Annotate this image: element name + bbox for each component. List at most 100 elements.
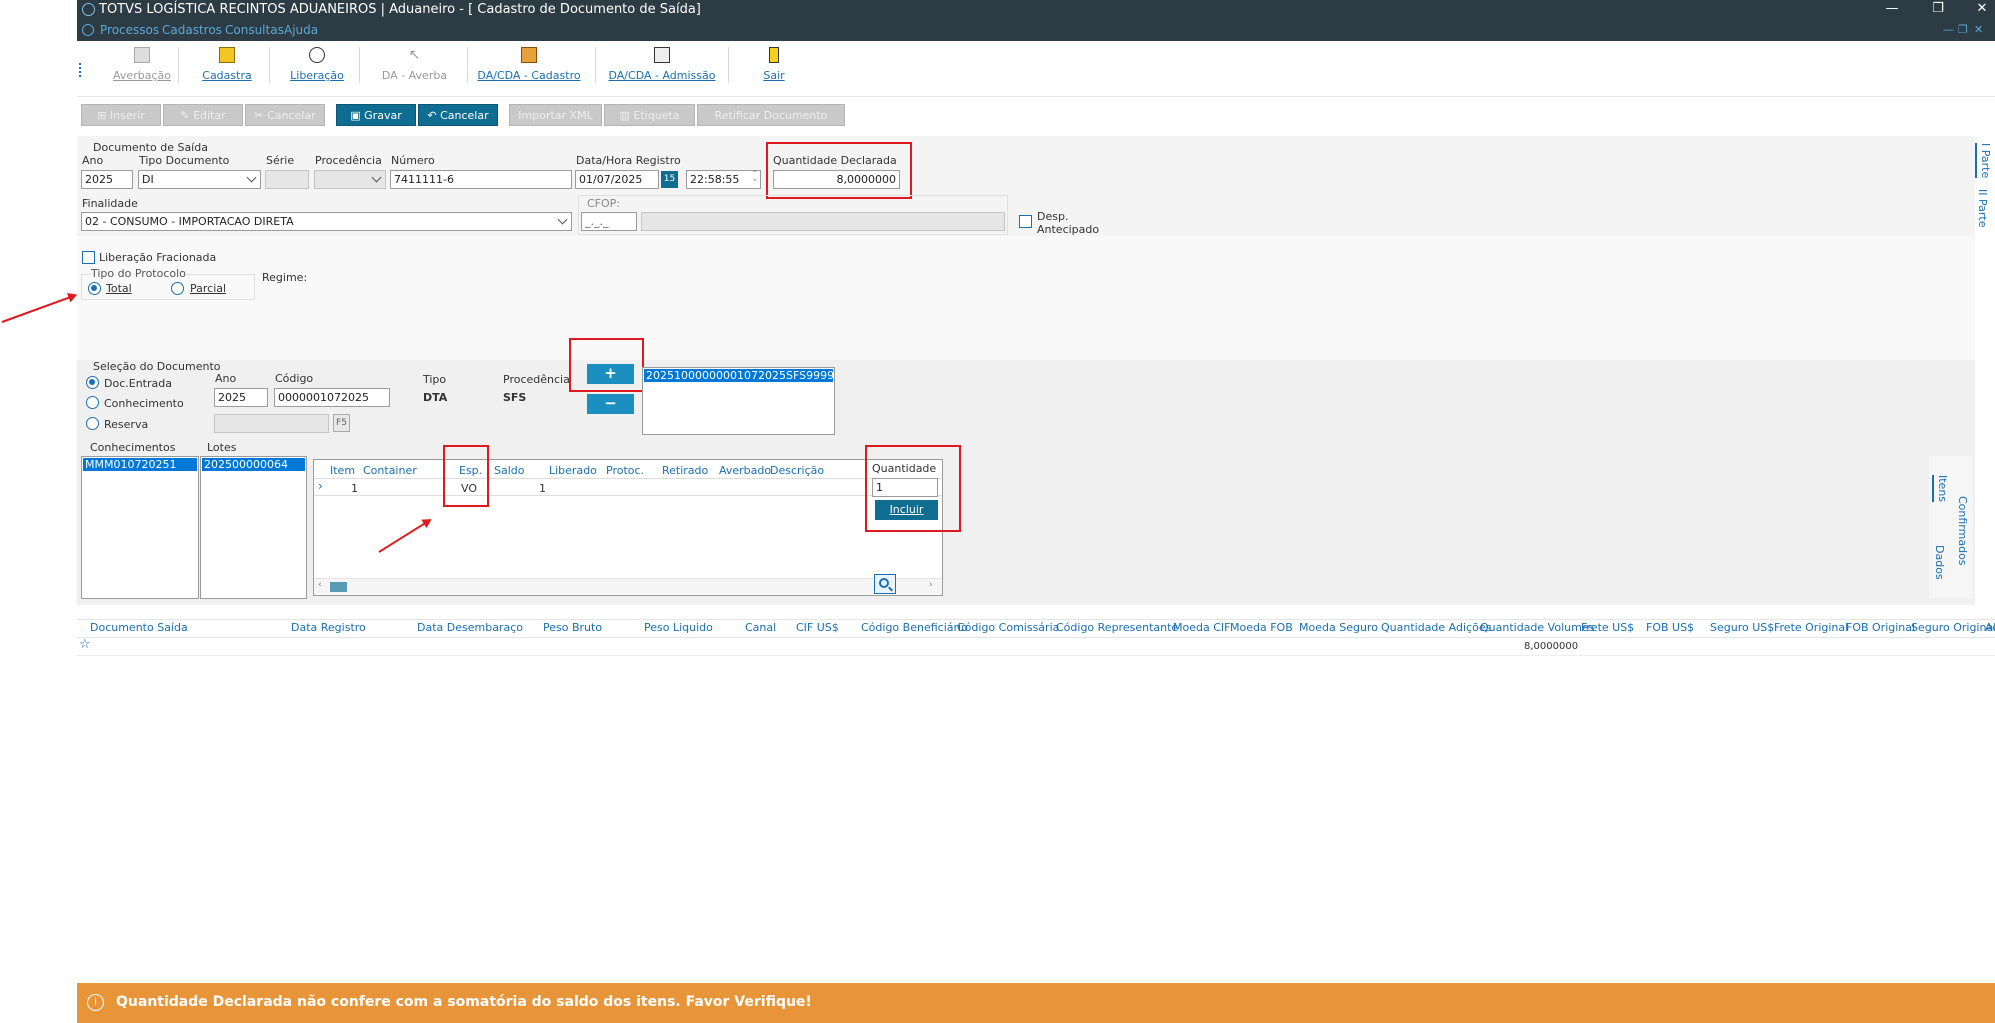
reserva-label: Reserva — [104, 418, 149, 431]
hora-registro-input[interactable]: 22:58:55 — [686, 170, 761, 189]
tab-ii-parte[interactable]: II Parte — [1976, 189, 1989, 227]
col-quantidade-adicoes[interactable]: Quantidade Adições — [1381, 621, 1491, 634]
retificar-documento-button[interactable]: Retificar Documento — [697, 104, 845, 126]
etiqueta-button[interactable]: ▥ Etiqueta — [604, 104, 695, 126]
liberacao-fracionada-checkbox[interactable] — [82, 251, 95, 264]
data-registro-input[interactable]: 01/07/2025 — [575, 170, 659, 189]
col-averbado[interactable]: Averbado — [719, 464, 771, 477]
conhecimento-radio[interactable] — [86, 396, 99, 409]
toolbar-da-cda-cadastro[interactable]: DA/CDA - Cadastro — [469, 45, 589, 82]
menu-processos[interactable]: Processos — [100, 23, 159, 37]
col-item[interactable]: Item — [330, 464, 355, 477]
total-radio[interactable] — [88, 282, 101, 295]
col-data-desembaraco[interactable]: Data Desembaraço — [417, 621, 523, 634]
col-retirado[interactable]: Retirado — [662, 464, 708, 477]
toolbar-da-cda-admissao[interactable]: DA/CDA - Admissão — [602, 45, 722, 82]
desp-antecipado-checkbox[interactable] — [1019, 215, 1032, 228]
mdi-minimize-icon[interactable]: — — [1943, 23, 1954, 36]
tab-itens[interactable]: Itens — [1932, 475, 1949, 503]
col-canal[interactable]: Canal — [745, 621, 776, 634]
col-seguro-original[interactable]: Seguro Original — [1911, 621, 1995, 634]
mdi-close-icon[interactable]: ✕ — [1974, 23, 1983, 36]
toolbar-liberacao[interactable]: Liberação — [277, 45, 357, 82]
col-container[interactable]: Container — [363, 464, 417, 477]
lote-item[interactable]: 202500000064 — [202, 458, 305, 471]
sel-codigo-input[interactable]: 0000001072025 — [274, 388, 390, 407]
col-saldo[interactable]: Saldo — [494, 464, 525, 477]
tab-confirmados[interactable]: Confirmados — [1956, 496, 1969, 566]
scroll-left-icon[interactable]: ‹ — [318, 580, 322, 590]
col-frete-us[interactable]: Frete US$ — [1581, 621, 1634, 634]
f5-lookup-button[interactable]: F5 — [333, 414, 350, 432]
remove-document-button[interactable]: − — [587, 394, 634, 414]
col-cif-us[interactable]: CIF US$ — [796, 621, 839, 634]
col-moeda-cif[interactable]: Moeda CIF — [1173, 621, 1230, 634]
cancelar-disabled-button[interactable]: ✂ Cancelar — [245, 104, 325, 126]
toolbar-da-averba[interactable]: ↖ DA - Averba — [367, 45, 462, 82]
row-saldo[interactable]: 1 — [539, 482, 546, 495]
scroll-right-icon[interactable]: › — [929, 580, 933, 590]
editar-button[interactable]: ✎ Editar — [163, 104, 243, 126]
time-spinner-icon[interactable]: ˄ ˅ — [753, 170, 757, 188]
col-fob-us[interactable]: FOB US$ — [1646, 621, 1694, 634]
serie-input[interactable] — [265, 170, 309, 189]
finalidade-select[interactable]: 02 - CONSUMO - IMPORTACAO DIRETA — [81, 212, 572, 231]
menu-cadastros[interactable]: Cadastros — [162, 23, 222, 37]
cancelar-button[interactable]: ↶ Cancelar — [418, 104, 498, 126]
col-fob-original[interactable]: FOB Original — [1846, 621, 1915, 634]
conhecimento-item[interactable]: MMM010720251 — [83, 458, 197, 471]
conhecimentos-list[interactable]: MMM010720251 — [81, 456, 199, 599]
procedencia-select[interactable] — [314, 170, 386, 189]
col-frete-original[interactable]: Frete Original — [1774, 621, 1848, 634]
items-grid[interactable] — [313, 459, 943, 596]
reserva-radio[interactable] — [86, 417, 99, 430]
col-quantidade-volumes[interactable]: Quantidade Volumes — [1480, 621, 1594, 634]
col-ad[interactable]: Ad — [1985, 621, 1995, 634]
col-peso-liquido[interactable]: Peso Liquido — [644, 621, 713, 634]
col-moeda-fob[interactable]: Moeda FOB — [1230, 621, 1293, 634]
restore-button[interactable]: ❐ — [1923, 0, 1953, 18]
close-button[interactable]: ✕ — [1967, 0, 1995, 18]
toolbar-cadastra[interactable]: Cadastra — [187, 45, 267, 82]
col-protoc[interactable]: Protoc. — [606, 464, 644, 477]
ano-input[interactable]: 2025 — [81, 170, 133, 189]
col-liberado[interactable]: Liberado — [549, 464, 597, 477]
calendar-icon[interactable]: 15 — [661, 171, 678, 188]
selected-documents-list[interactable]: 20251000000001072025SFS999999 — [642, 367, 835, 435]
minimize-button[interactable]: — — [1877, 0, 1907, 18]
col-codigo-beneficiario[interactable]: Código Beneficiário — [861, 621, 968, 634]
toolbar-sair[interactable]: Sair — [739, 45, 809, 82]
tab-i-parte[interactable]: I Parte — [1975, 143, 1992, 179]
toolbar-averbacao[interactable]: Averbação — [97, 45, 187, 82]
row-quantidade-volumes[interactable]: 8,0000000 — [1524, 641, 1578, 652]
search-icon[interactable] — [874, 574, 896, 594]
col-data-registro[interactable]: Data Registro — [291, 621, 366, 634]
selected-document-item[interactable]: 20251000000001072025SFS999999 — [644, 369, 833, 382]
grid-horizontal-scrollbar[interactable]: ‹ › — [314, 578, 942, 594]
cfop-input[interactable]: _._._ — [581, 212, 637, 231]
lotes-list[interactable]: 202500000064 — [200, 456, 307, 599]
col-seguro-us[interactable]: Seguro US$ — [1710, 621, 1774, 634]
inserir-button[interactable]: ⊞ Inserir — [81, 104, 161, 126]
col-peso-bruto[interactable]: Peso Bruto — [543, 621, 602, 634]
col-descricao[interactable]: Descrição — [770, 464, 824, 477]
col-documento-saida[interactable]: Documento Saída — [90, 621, 188, 634]
menu-ajuda[interactable]: Ajuda — [284, 23, 318, 37]
tab-dados[interactable]: Dados — [1933, 545, 1946, 580]
col-codigo-comissaria[interactable]: Código Comissária — [957, 621, 1059, 634]
numero-input[interactable]: 7411111-6 — [390, 170, 572, 189]
tipo-documento-select[interactable]: DI — [138, 170, 261, 189]
importar-xml-button[interactable]: Importar XML — [509, 104, 602, 126]
col-codigo-representante[interactable]: Código Representante — [1056, 621, 1178, 634]
scroll-thumb[interactable] — [330, 582, 347, 592]
col-moeda-seguro[interactable]: Moeda Seguro — [1299, 621, 1378, 634]
menu-consultas[interactable]: Consultas — [225, 23, 284, 37]
sel-ano-input[interactable]: 2025 — [214, 388, 268, 407]
cfop-descricao-input[interactable] — [641, 212, 1005, 231]
reserva-input[interactable] — [214, 414, 329, 433]
doc-entrada-radio[interactable] — [86, 376, 99, 389]
parcial-radio[interactable] — [171, 282, 184, 295]
row-item[interactable]: 1 — [351, 482, 358, 495]
gravar-button[interactable]: ▣ Gravar — [336, 104, 416, 126]
mdi-restore-icon[interactable]: ❐ — [1958, 23, 1968, 36]
